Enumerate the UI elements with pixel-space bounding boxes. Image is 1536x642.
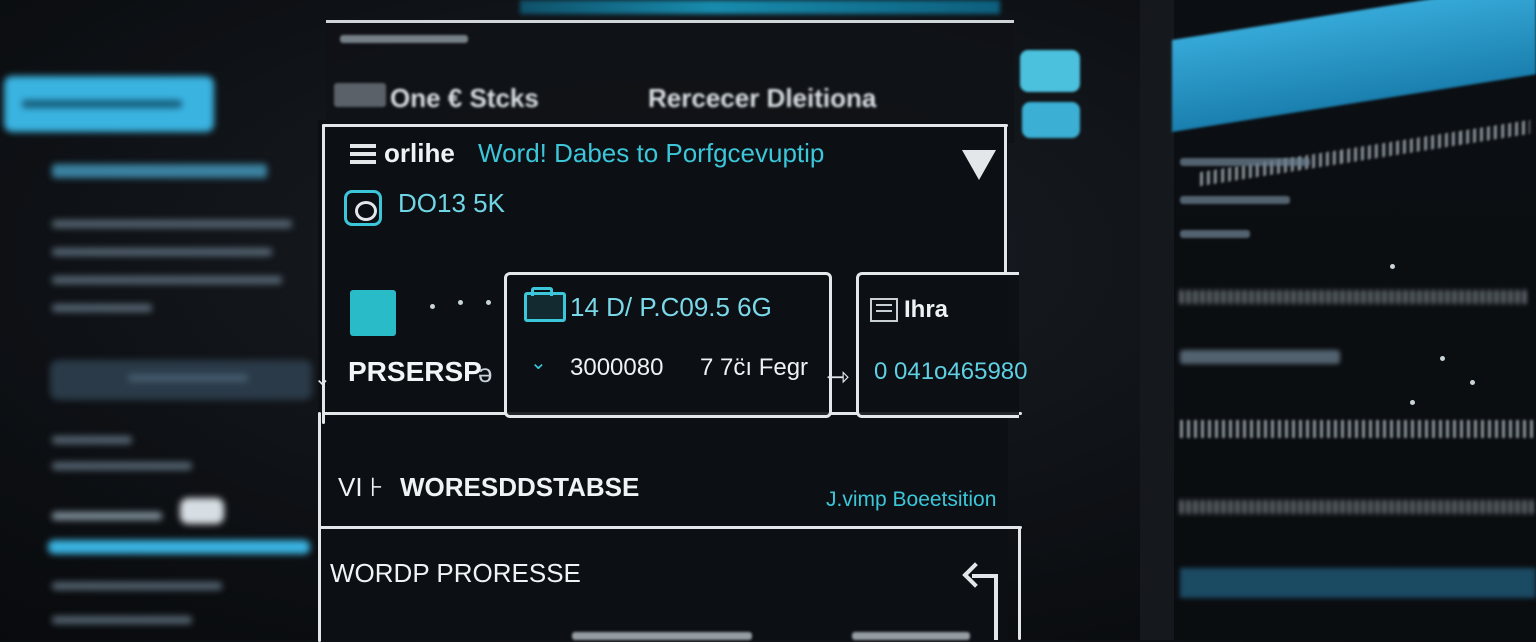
tab-dleitiona[interactable]: Rercecer Dleitiona (648, 83, 876, 114)
sidebar-heading (52, 164, 267, 178)
back-window-small-title (340, 35, 468, 43)
return-arrow-icon[interactable] (962, 556, 1004, 640)
side-card[interactable] (856, 272, 1019, 418)
dropdown-triangle-icon[interactable] (962, 150, 996, 180)
chevron-down-icon[interactable]: ⌄ (314, 366, 331, 391)
sidebar-toggle[interactable] (180, 498, 224, 524)
floating-button-1[interactable] (1020, 50, 1080, 92)
right-panel (1140, 0, 1536, 640)
folder-icon (524, 287, 566, 322)
top-banner (520, 0, 1000, 14)
menu-label: orlihe (384, 138, 455, 168)
side-card-label: Ihra (904, 296, 949, 323)
card-value: 3000080 (570, 354, 664, 381)
menu-icon[interactable] (350, 144, 376, 164)
left-sidebar (0, 0, 320, 640)
card-chevron-icon[interactable]: ⌄ (530, 350, 547, 375)
left-row-label: PRSERSP (348, 356, 482, 387)
row2-link[interactable]: J.vimp Boeetsition (826, 488, 996, 512)
tab-stocks[interactable]: One € Stcks (390, 83, 539, 114)
card-code: 14 D/ P.C09.5 6G (570, 292, 772, 322)
status-square (350, 290, 396, 336)
side-card-value: 0 041o465980 (874, 358, 1028, 385)
row3-label: WORDP PRORESSE (330, 558, 581, 588)
left-row-suffix: ə (478, 358, 493, 388)
sidebar-primary-button[interactable] (4, 76, 214, 132)
card-unit: 7 7c̈ı Fegr (700, 354, 809, 381)
row2-label: WORESDDSTABSE (400, 472, 640, 502)
right-highlight-bar (1172, 0, 1536, 132)
server-icon (870, 298, 898, 322)
account-label: DO13 5K (398, 188, 505, 218)
row2-prefix: VI ⊦ (338, 472, 384, 502)
sidebar-input[interactable] (50, 360, 312, 400)
arrow-right-icon: ⇾ (826, 361, 850, 392)
camera-icon (344, 190, 382, 226)
floating-button-2[interactable] (1022, 102, 1080, 138)
panel-title: Word! Dabes to Porfgcevuptip (478, 138, 825, 168)
